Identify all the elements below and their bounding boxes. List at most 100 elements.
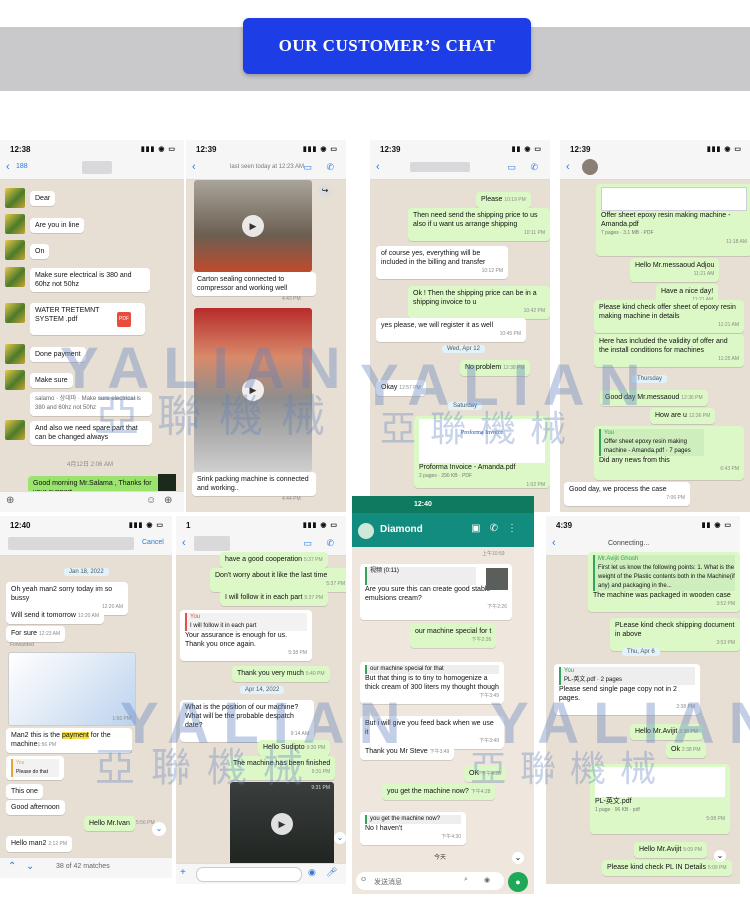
back-icon[interactable]: ‹	[552, 537, 556, 549]
message-text: Good day, we process the case	[569, 486, 667, 493]
quoted-message: our machine special for that	[365, 665, 499, 674]
back-icon[interactable]: ‹	[566, 161, 570, 173]
status-bar: 12:39 ▮▮▮ ◉ ▭	[186, 140, 346, 157]
timestamp: 4:44 PM	[282, 496, 301, 502]
call-icons[interactable]: ▭ ✆	[303, 162, 340, 173]
attach-icon[interactable]: ⌕	[464, 876, 468, 884]
file-name: Proforma Invoice - Amanda.pdf	[419, 464, 516, 471]
clock: 12:40	[10, 521, 31, 530]
avatar	[358, 523, 374, 539]
reply-message: 视频 (0:11) Are you sure this can create g…	[360, 564, 512, 620]
add-icon[interactable]: ⊕	[6, 495, 14, 506]
watermark-text: 亞聯機械	[380, 409, 581, 450]
signal-icon: ▮▮ ◉ ▭	[511, 146, 542, 153]
timestamp: 下午4:30	[441, 834, 461, 840]
video-message[interactable]: ▶	[194, 180, 312, 272]
contact-name	[410, 162, 470, 172]
message-text: of course yes, everything will be includ…	[381, 250, 486, 266]
quoted-message: You I will follow it in each part	[185, 613, 307, 631]
forward-icon[interactable]: ↪	[318, 184, 332, 198]
message-input[interactable]: ☺ 发送消息 ⌕ ◉	[356, 872, 504, 890]
call-icons[interactable]: ▭ ✆	[303, 538, 340, 549]
timestamp: 11:21 AM	[718, 322, 739, 328]
back-icon[interactable]: ‹	[6, 161, 10, 173]
scroll-down-icon[interactable]: ⌄	[714, 850, 726, 862]
emoji-icon[interactable]: ☺	[146, 495, 156, 506]
date-divider: 今天	[434, 855, 447, 861]
message-bubble: Hello man2 2:12 PM	[6, 836, 72, 852]
message-text: Hello man2	[11, 840, 47, 847]
back-icon[interactable]: ‹	[182, 537, 186, 549]
image-message[interactable]: 1:56 PM	[8, 652, 136, 726]
file-message[interactable]: WATER TRETEMNT SYSTEM .pdf PDF	[30, 303, 145, 335]
timestamp: 4:43 PM	[282, 296, 301, 302]
message-input[interactable]	[196, 867, 302, 882]
message-text: Have a nice day!	[661, 288, 714, 295]
signal-icon: ▮▮▮ ◉ ▭	[302, 522, 338, 529]
chat-screenshot-4: 12:39 ▮▮▮ ◉ ▭ ‹ Offer sheet epoxy resin m…	[560, 140, 750, 512]
back-icon[interactable]: ‹	[192, 161, 196, 173]
chat-screenshot-3: 12:39 ▮▮ ◉ ▭ ‹ ▭ ✆ Please 10:19 PM Then n…	[370, 140, 550, 512]
reply-message: You I will follow it in each part Your as…	[180, 610, 312, 661]
mic-icon[interactable]: 🎤︎	[326, 867, 337, 878]
file-info: 1 page · 96 KB · pdf	[595, 807, 640, 813]
call-icons[interactable]: ▣✆⋮	[471, 523, 526, 534]
unread-badge: 188	[16, 163, 28, 170]
quoted-message: You Please do that	[11, 759, 59, 777]
quote-text: PL-英文.pdf · 2 pages	[564, 677, 623, 683]
back-icon[interactable]: ‹	[376, 161, 380, 173]
message-bubble: Good afternoon	[6, 800, 65, 815]
last-seen: last seen today at 12:23 AM	[230, 164, 305, 170]
chat-header: ‹ last seen today at 12:23 AM ▭ ✆	[186, 157, 346, 180]
call-icons[interactable]: ▭ ✆	[507, 162, 544, 173]
message-text: Man2 this is the	[11, 732, 61, 739]
clock: 12:40	[414, 501, 432, 508]
chat-header: ‹ ▭ ✆	[370, 157, 550, 180]
quote-text: I will follow it in each part	[190, 623, 257, 629]
file-info: 2 pages · 290 KB · PDF	[419, 473, 473, 479]
timestamp: 6:43 PM	[720, 466, 739, 472]
message-bubble: yes please, we will register it as well 1…	[376, 318, 526, 342]
add-icon[interactable]: +	[180, 867, 186, 878]
input-placeholder: 发送消息	[374, 879, 402, 886]
timestamp: 10:12 PM	[481, 268, 503, 274]
clock: 4:39	[556, 521, 573, 530]
add-icon[interactable]: ⊕	[164, 495, 172, 506]
scroll-down-icon[interactable]: ⌄	[334, 832, 346, 844]
emoji-icon[interactable]: ☺	[360, 876, 367, 883]
signal-icon: ▮▮▮ ◉ ▭	[140, 146, 176, 153]
play-icon[interactable]: ▶	[271, 813, 293, 835]
timestamp: 5:09 PM	[707, 865, 727, 871]
timestamp: 10:42 PM	[523, 308, 545, 314]
search-input[interactable]	[8, 537, 134, 550]
file-name: PL-英文.pdf	[595, 798, 632, 805]
forwarded-label: Forwarded	[10, 642, 34, 648]
scroll-down-icon[interactable]: ⌄	[512, 852, 524, 864]
message-bubble: Carton sealing connected to compressor a…	[192, 272, 316, 296]
message-text: Thank you very much	[237, 670, 304, 677]
message-bubble: This one	[6, 784, 43, 799]
message-bubble: Are you in line	[30, 218, 85, 233]
play-icon[interactable]: ▶	[242, 215, 264, 237]
chat-screenshot-2: 12:39 ▮▮▮ ◉ ▭ ‹ last seen today at 12:23 …	[186, 140, 346, 512]
contact-name: Diamond	[380, 524, 423, 535]
scroll-down-icon[interactable]: ⌄	[152, 822, 166, 836]
video-message[interactable]: ▶ 9:31 PM	[230, 782, 334, 866]
camera-icon[interactable]: ◉	[484, 876, 490, 884]
timestamp: 10:19 PM	[504, 197, 526, 203]
message-bubble: our machine special for t 下午2:26	[410, 624, 497, 648]
clock: 1	[186, 521, 191, 530]
cancel-button[interactable]: Cancel	[142, 539, 164, 546]
message-text: Will send it tomorrow	[11, 612, 76, 619]
mic-icon[interactable]: ●	[508, 872, 528, 892]
message-text: How are u	[655, 412, 687, 419]
search-down-icon[interactable]: ⌄	[26, 861, 34, 872]
message-bubble: Please kind check PL IN Details 5:09 PM	[602, 860, 732, 876]
message-bubble: Make sure electrical is 380 and 60hz not…	[30, 268, 150, 292]
camera-icon[interactable]: ◉	[308, 867, 316, 878]
message-bubble: Thank you very much 5:40 PM	[232, 666, 330, 682]
avatar	[5, 303, 25, 323]
file-message[interactable]: Offer sheet epoxy resin making machine -…	[596, 184, 750, 256]
message-bubble: of course yes, everything will be includ…	[376, 246, 508, 279]
search-up-icon[interactable]: ⌃	[8, 861, 16, 872]
